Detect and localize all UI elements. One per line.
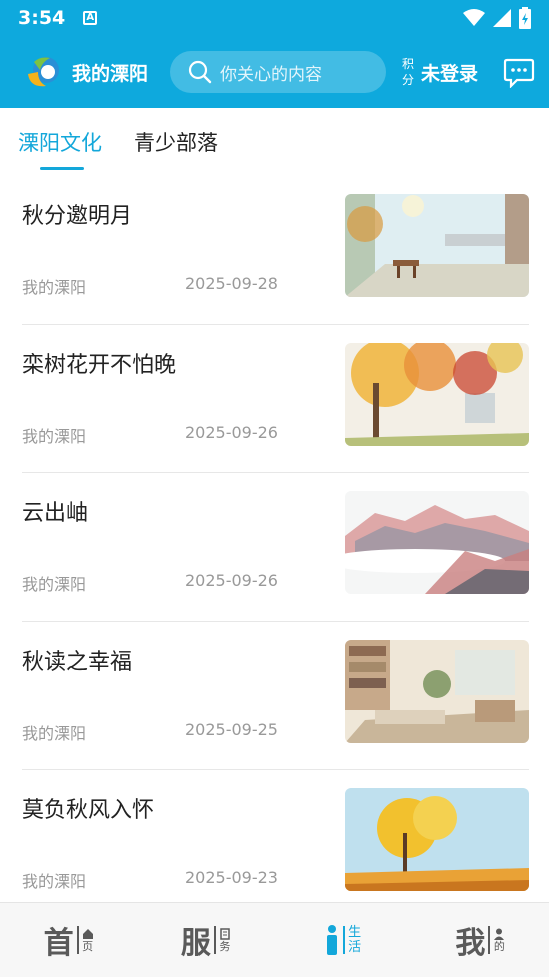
notification-icon: A [83, 11, 98, 25]
app-header: 我的溧阳 你关心的内容 积 分 未登录 [0, 36, 549, 108]
tab-liyang-culture[interactable]: 溧阳文化 [18, 108, 102, 176]
wifi-icon [463, 9, 485, 26]
article-title: 栾树花开不怕晚 [22, 352, 177, 378]
nav-services-small: 务 [219, 927, 231, 953]
article-source: 我的溧阳 [22, 575, 87, 594]
bottom-nav: 首 页 服 务 生活 我 的 [0, 902, 549, 977]
article-thumbnail [345, 342, 529, 446]
doc-icon [220, 927, 230, 940]
chat-bubble-icon [503, 58, 535, 89]
article-title: 莫负秋风入怀 [22, 798, 155, 823]
nav-services[interactable]: 服 务 [137, 903, 274, 977]
article-date: 2025-09-26 [185, 571, 278, 590]
list-item[interactable]: 秋分邀明月 我的溧阳 2025-09-28 [22, 176, 529, 325]
article-thumbnail [345, 639, 529, 743]
nav-divider [213, 926, 216, 954]
nav-mine-label: 的 [493, 939, 505, 953]
nav-services-char: 服 [180, 926, 211, 961]
status-time: 3:54 [18, 7, 66, 29]
nav-divider [488, 926, 491, 954]
nav-home-char: 首 [43, 926, 74, 961]
article-date: 2025-09-25 [185, 719, 278, 739]
article-source: 我的溧阳 [22, 278, 87, 297]
article-thumbnail [345, 788, 529, 891]
status-icons [463, 7, 531, 29]
nav-life[interactable]: 生活 [275, 903, 412, 977]
status-bar: 3:54 A [0, 0, 549, 36]
search-icon [188, 60, 212, 84]
person-icon [494, 928, 505, 940]
list-item[interactable]: 栾树花开不怕晚 我的溧阳 2025-09-26 [22, 325, 529, 473]
nav-home[interactable]: 首 页 [0, 903, 137, 977]
search-placeholder: 你关心的内容 [220, 64, 323, 85]
nav-home-small: 页 [82, 928, 94, 953]
tab-youth-tribe[interactable]: 青少部落 [134, 108, 218, 176]
signal-icon [493, 9, 511, 27]
category-tabs: 溧阳文化 青少部落 [0, 108, 549, 176]
app-title: 我的溧阳 [72, 62, 149, 85]
message-button[interactable] [503, 56, 535, 89]
nav-divider [343, 926, 346, 954]
article-source: 我的溧阳 [22, 426, 87, 446]
nav-divider [76, 926, 79, 954]
nav-mine-small: 的 [493, 928, 505, 953]
list-item[interactable]: 云出岫 我的溧阳 2025-09-26 [22, 473, 529, 622]
article-source: 我的溧阳 [22, 723, 87, 743]
points-label-bottom: 分 [402, 73, 415, 87]
article-thumbnail [345, 491, 529, 594]
house-icon [82, 928, 93, 939]
info-icon [327, 925, 338, 955]
article-date: 2025-09-23 [185, 868, 278, 887]
list-item[interactable]: 莫负秋风入怀 我的溧阳 2025-09-23 [22, 770, 529, 919]
nav-home-label: 页 [82, 939, 94, 953]
article-title: 秋分邀明月 [22, 204, 133, 229]
article-thumbnail [345, 194, 529, 297]
app-logo-icon [24, 52, 64, 92]
nav-life-label: 生活 [348, 925, 362, 955]
nav-mine[interactable]: 我 的 [412, 903, 549, 977]
login-button[interactable]: 未登录 [421, 59, 478, 86]
article-title: 云出岫 [22, 501, 89, 526]
nav-mine-char: 我 [455, 926, 486, 961]
article-title: 秋读之幸福 [22, 649, 133, 675]
article-date: 2025-09-28 [185, 274, 278, 293]
list-item[interactable]: 秋读之幸福 我的溧阳 2025-09-25 [22, 622, 529, 770]
search-input[interactable]: 你关心的内容 [170, 51, 387, 93]
points-label-top: 积 [402, 57, 415, 71]
article-source: 我的溧阳 [22, 872, 87, 891]
battery-icon [519, 7, 531, 29]
article-list: 秋分邀明月 我的溧阳 2025-09-28 栾树花开不怕晚 我的溧阳 2025-… [0, 176, 549, 919]
points-link[interactable]: 积 分 [402, 56, 414, 88]
article-date: 2025-09-26 [185, 422, 278, 442]
nav-services-label: 务 [219, 939, 231, 953]
